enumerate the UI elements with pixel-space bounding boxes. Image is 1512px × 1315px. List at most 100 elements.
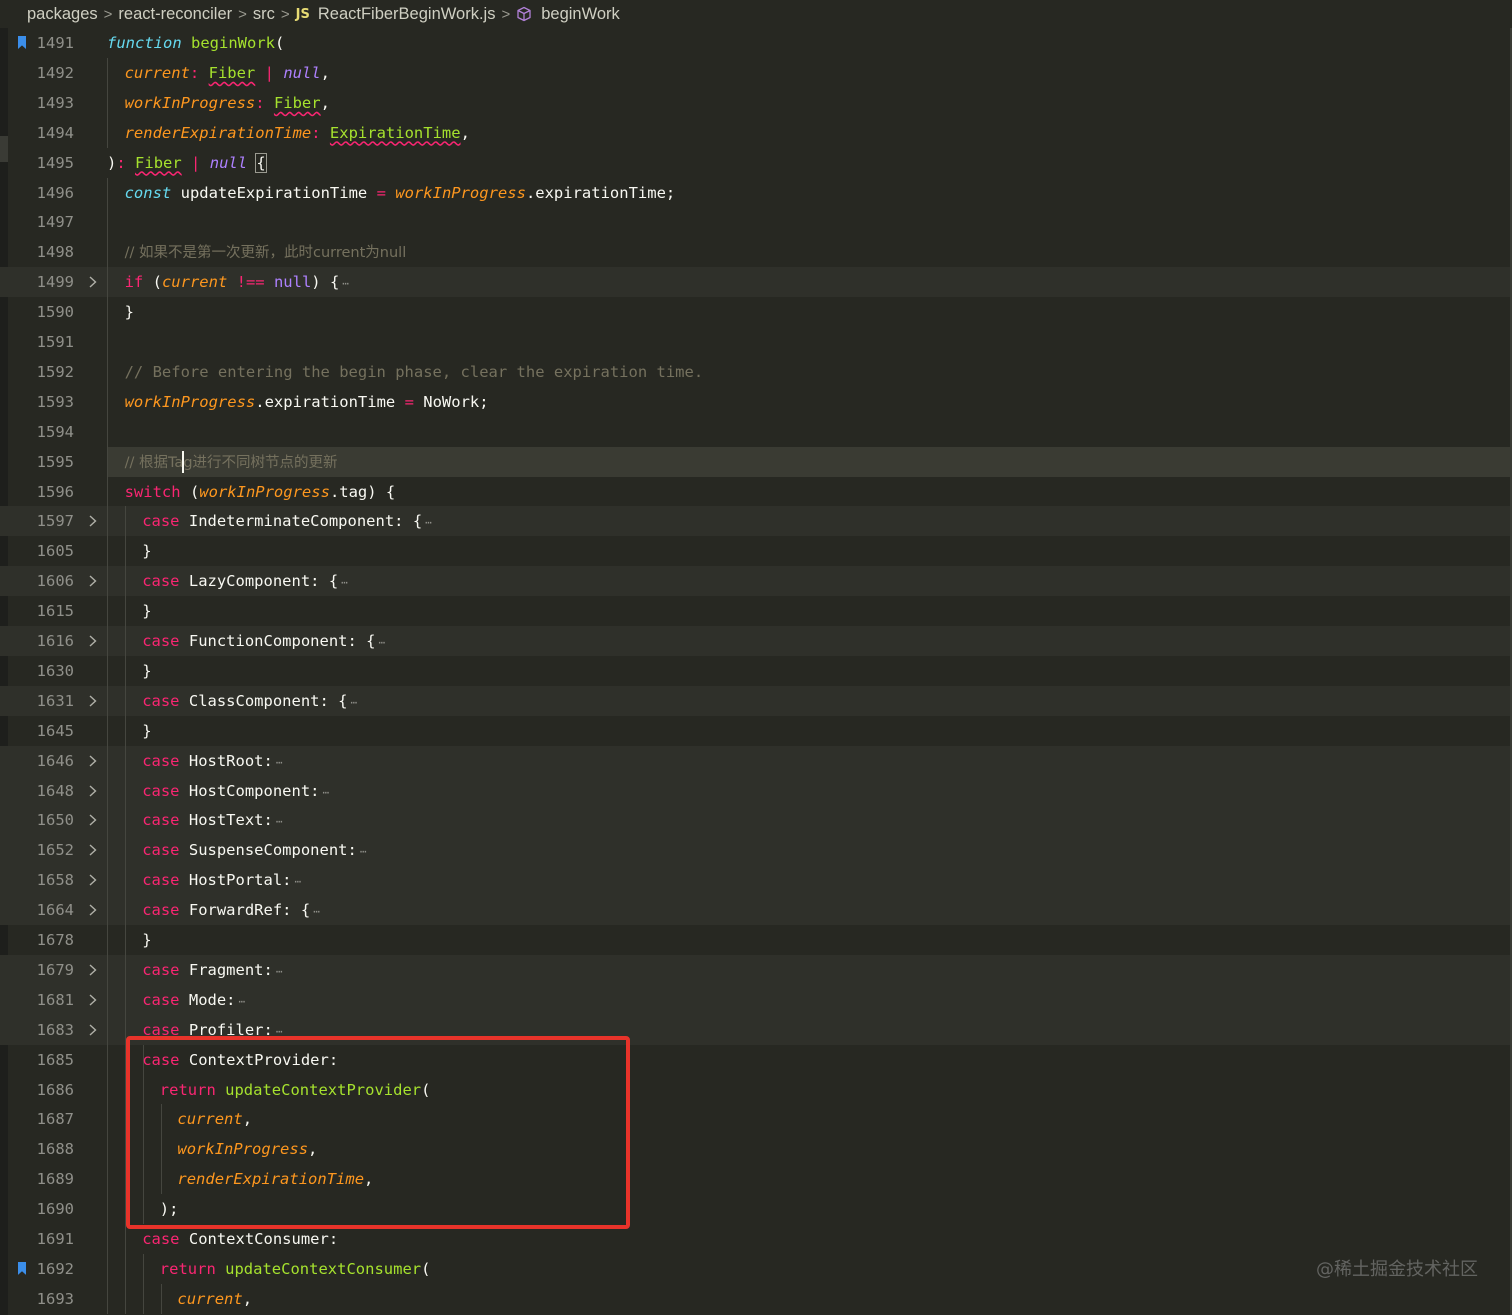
keyword-case: case bbox=[142, 1050, 180, 1069]
null: null bbox=[283, 63, 321, 82]
line-number[interactable]: 1497 bbox=[28, 207, 74, 237]
fold-chevron-right-icon[interactable] bbox=[87, 514, 99, 528]
line-number[interactable]: 1630 bbox=[28, 656, 74, 686]
folded-ellipsis-icon[interactable]: ⋯ bbox=[313, 905, 320, 918]
folded-ellipsis-icon[interactable]: ⋯ bbox=[323, 786, 330, 799]
fold-chevron-right-icon[interactable] bbox=[87, 993, 99, 1007]
line-number[interactable]: 1493 bbox=[28, 88, 74, 118]
line-number[interactable]: 1496 bbox=[28, 178, 74, 208]
folded-ellipsis-icon[interactable]: ⋯ bbox=[351, 696, 358, 709]
line-number[interactable]: 1687 bbox=[28, 1104, 74, 1134]
fold-chevron-right-icon[interactable] bbox=[87, 813, 99, 827]
code-editor[interactable]: 1491 1492 1493 1494 1495 1496 1497 1498 1499 1590… bbox=[0, 28, 1512, 1315]
line-number[interactable]: 1498 bbox=[28, 237, 74, 267]
folded-ellipsis-icon[interactable]: ⋯ bbox=[276, 756, 283, 769]
line-number[interactable]: 1494 bbox=[28, 118, 74, 148]
fold-chevron-right-icon[interactable] bbox=[87, 784, 99, 798]
line-number[interactable]: 1645 bbox=[28, 716, 74, 746]
fold-chevron-right-icon[interactable] bbox=[87, 963, 99, 977]
line-number[interactable]: 1692 bbox=[28, 1254, 74, 1284]
line-number[interactable]: 1664 bbox=[28, 895, 74, 925]
line-number[interactable]: 1658 bbox=[28, 865, 74, 895]
fold-chevron-right-icon[interactable] bbox=[87, 873, 99, 887]
breadcrumb-item-src[interactable]: src bbox=[253, 5, 275, 24]
breadcrumb-item-symbol[interactable]: beginWork bbox=[541, 5, 620, 24]
bookmark-icon[interactable] bbox=[18, 36, 26, 49]
case-label: HostRoot: bbox=[188, 751, 273, 770]
line-number[interactable]: 1606 bbox=[28, 566, 74, 596]
comment: // Before entering the begin phase, clea… bbox=[124, 362, 704, 381]
fold-chevron-right-icon[interactable] bbox=[87, 694, 99, 708]
folded-ellipsis-icon[interactable]: ⋯ bbox=[425, 516, 432, 529]
line-number[interactable]: 1679 bbox=[28, 955, 74, 985]
line-number[interactable]: 1591 bbox=[28, 327, 74, 357]
line-number[interactable]: 1495 bbox=[28, 148, 74, 178]
case-label: SuspenseComponent: bbox=[188, 841, 357, 860]
object: workInProgress bbox=[395, 183, 526, 202]
fold-chevron-right-icon[interactable] bbox=[87, 843, 99, 857]
line-number[interactable]: 1683 bbox=[28, 1015, 74, 1045]
line-number[interactable]: 1691 bbox=[28, 1224, 74, 1254]
indent-guide bbox=[107, 57, 108, 148]
folded-ellipsis-icon[interactable]: ⋯ bbox=[276, 965, 283, 978]
fold-chevron-right-icon[interactable] bbox=[87, 754, 99, 768]
case-label: ClassComponent: { bbox=[188, 691, 348, 710]
folded-ellipsis-icon[interactable]: ⋯ bbox=[276, 815, 283, 828]
object: workInProgress bbox=[124, 392, 256, 411]
line-number[interactable]: 1592 bbox=[28, 357, 74, 387]
line-number[interactable]: 1688 bbox=[28, 1134, 74, 1164]
argument: workInProgress bbox=[177, 1140, 309, 1159]
line-number[interactable]: 1492 bbox=[28, 58, 74, 88]
breadcrumb-item-react-reconciler[interactable]: react-reconciler bbox=[118, 5, 232, 24]
folded-ellipsis-icon[interactable]: ⋯ bbox=[379, 636, 386, 649]
breadcrumb-item-packages[interactable]: packages bbox=[27, 5, 98, 24]
case-label: ContextProvider: bbox=[188, 1050, 339, 1069]
line-number[interactable]: 1594 bbox=[28, 417, 74, 447]
folded-ellipsis-icon[interactable]: ⋯ bbox=[342, 277, 349, 290]
line-number[interactable]: 1650 bbox=[28, 805, 74, 835]
line-number[interactable]: 1605 bbox=[28, 536, 74, 566]
comment: // 根据Ta bbox=[124, 454, 184, 471]
line-number[interactable]: 1631 bbox=[28, 686, 74, 716]
folded-ellipsis-icon[interactable]: ⋯ bbox=[341, 576, 348, 589]
fold-chevron-right-icon[interactable] bbox=[87, 634, 99, 648]
comment: g进行不同树节点的更新 bbox=[183, 454, 338, 471]
line-number[interactable]: 1689 bbox=[28, 1164, 74, 1194]
folded-ellipsis-icon[interactable]: ⋯ bbox=[239, 995, 246, 1008]
bookmark-icon[interactable] bbox=[18, 1261, 26, 1275]
folded-ellipsis-icon[interactable]: ⋯ bbox=[295, 875, 302, 888]
line-number[interactable]: 1615 bbox=[28, 596, 74, 626]
line-number[interactable]: 1693 bbox=[28, 1284, 74, 1314]
comma: , bbox=[460, 123, 470, 142]
keyword-case: case bbox=[142, 751, 180, 770]
keyword-case: case bbox=[142, 1020, 180, 1039]
line-number[interactable]: 1681 bbox=[28, 985, 74, 1015]
line-number[interactable]: 1646 bbox=[28, 746, 74, 776]
line-number[interactable]: 1678 bbox=[28, 925, 74, 955]
line-number[interactable]: 1685 bbox=[28, 1045, 74, 1075]
line-1645: 1645 bbox=[0, 716, 1512, 746]
line-number[interactable]: 1597 bbox=[28, 506, 74, 536]
line-number[interactable]: 1690 bbox=[28, 1194, 74, 1224]
folded-ellipsis-icon[interactable]: ⋯ bbox=[276, 1025, 283, 1038]
line-number[interactable]: 1648 bbox=[28, 776, 74, 806]
fold-chevron-right-icon[interactable] bbox=[87, 903, 99, 917]
line-number[interactable]: 1616 bbox=[28, 626, 74, 656]
line-number[interactable]: 1499 bbox=[28, 267, 74, 297]
keyword-switch: switch bbox=[124, 482, 181, 501]
fold-chevron-right-icon[interactable] bbox=[87, 1023, 99, 1037]
paren: ) bbox=[107, 153, 117, 172]
line-number[interactable]: 1593 bbox=[28, 387, 74, 417]
code-line-1693: current, bbox=[177, 1284, 252, 1314]
folded-ellipsis-icon[interactable]: ⋯ bbox=[360, 845, 367, 858]
line-number[interactable]: 1652 bbox=[28, 835, 74, 865]
line-number[interactable]: 1686 bbox=[28, 1075, 74, 1105]
line-number[interactable]: 1596 bbox=[28, 477, 74, 507]
fold-chevron-right-icon[interactable] bbox=[87, 574, 99, 588]
breadcrumb-item-file[interactable]: ReactFiberBeginWork.js bbox=[318, 5, 496, 24]
type: Fiber bbox=[135, 153, 182, 172]
line-number[interactable]: 1491 bbox=[28, 28, 74, 58]
line-number[interactable]: 1590 bbox=[28, 297, 74, 327]
fold-chevron-right-icon[interactable] bbox=[87, 275, 99, 289]
line-number[interactable]: 1595 bbox=[28, 447, 74, 477]
